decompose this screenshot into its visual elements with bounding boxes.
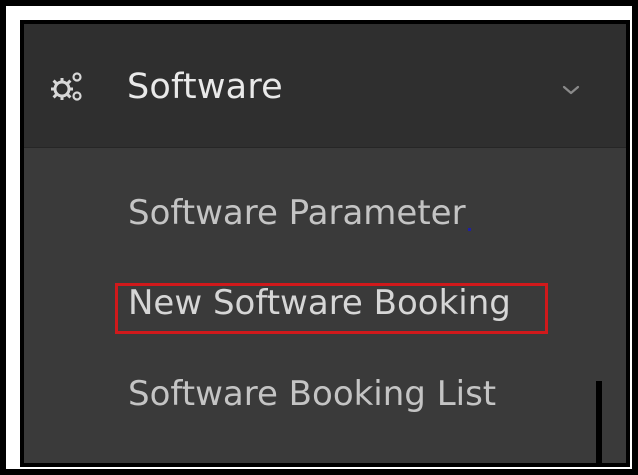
frame-divider — [596, 381, 602, 467]
submenu-item-new-software-booking[interactable]: New Software Booking — [128, 283, 511, 323]
cursor-marker — [468, 228, 471, 231]
menu-group-label: Software — [127, 67, 283, 107]
submenu-item-software-booking-list[interactable]: Software Booking List — [128, 374, 496, 414]
chevron-down-icon[interactable] — [560, 82, 582, 98]
submenu-software: Software Parameter New Software Booking … — [24, 148, 626, 463]
sidebar-menu: Software Software Parameter New Software… — [20, 20, 630, 467]
submenu-item-software-parameter[interactable]: Software Parameter — [128, 193, 466, 233]
menu-group-software[interactable]: Software — [24, 24, 626, 148]
gears-icon — [51, 72, 82, 101]
screenshot-frame: Software Software Parameter New Software… — [0, 0, 638, 475]
